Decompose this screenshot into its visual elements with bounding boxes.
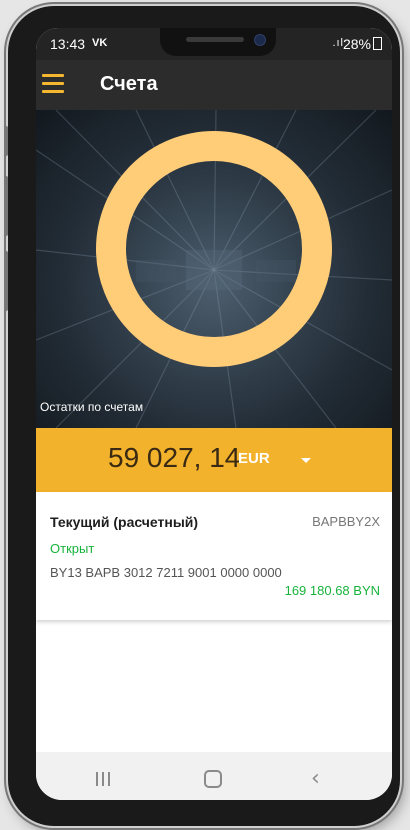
battery-indicator: 28% — [343, 36, 382, 52]
account-balance: 169 180.68 BYN — [284, 583, 380, 598]
system-nav-bar: ‹ — [36, 752, 392, 800]
currency-select[interactable]: EUR — [238, 450, 270, 467]
app-bar: Счета — [36, 60, 392, 110]
volume-button — [4, 126, 8, 156]
camera — [254, 34, 266, 46]
chevron-down-icon[interactable] — [301, 458, 311, 463]
balances-label: Остатки по счетам — [40, 400, 144, 414]
vk-icon: VK — [92, 37, 108, 49]
account-name: Текущий (расчетный) — [50, 514, 199, 530]
balance-bar[interactable]: 59 027, 14 EUR — [36, 428, 392, 492]
battery-percent: 28% — [342, 36, 371, 52]
power-button — [4, 251, 8, 311]
battery-icon — [373, 37, 382, 50]
account-card[interactable]: Текущий (расчетный) BAPBBY2X Открыт BY13… — [36, 492, 392, 620]
speaker — [186, 37, 244, 42]
home-icon[interactable] — [204, 770, 222, 788]
back-icon[interactable]: ‹ — [311, 766, 320, 791]
page-title: Счета — [100, 73, 158, 95]
total-balance: 59 027, 14 — [108, 442, 241, 473]
balance-hero: Остатки по счетам — [36, 110, 392, 428]
account-bic: BAPBBY2X — [312, 514, 380, 529]
hamburger-menu-icon[interactable] — [42, 74, 64, 94]
status-bar: 13:43 VK .ıl 28% — [36, 28, 392, 60]
screen: 13:43 VK .ıl 28% Счета Остатки по счетам… — [36, 28, 392, 800]
recent-apps-icon[interactable] — [96, 772, 114, 791]
bixby-button — [4, 176, 8, 236]
account-status: Открыт — [50, 541, 95, 556]
hero-background — [36, 110, 392, 428]
status-time: 13:43 — [50, 36, 86, 52]
account-iban: BY13 BAPB 3012 7211 9001 0000 0000 — [50, 565, 282, 580]
